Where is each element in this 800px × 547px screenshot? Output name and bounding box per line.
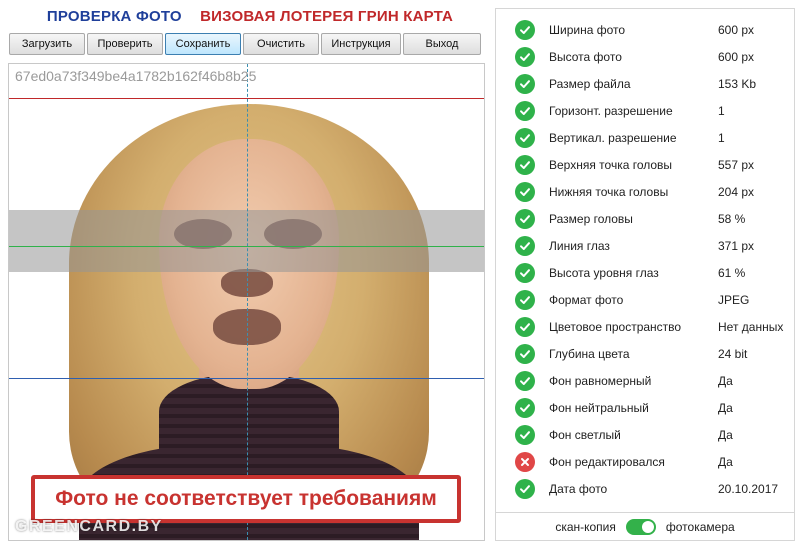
check-label: Ширина фото [549, 22, 626, 37]
check-label: Фон светлый [549, 427, 621, 442]
check-circle-icon [515, 100, 535, 121]
app-title: ПРОВЕРКА ФОТО ВИЗОВАЯ ЛОТЕРЕЯ ГРИН КАРТА [0, 8, 500, 25]
check-row: Дата фото 20.10.2017 [496, 475, 794, 502]
toggle-knob [641, 520, 654, 533]
check-value: 557 px [718, 157, 755, 172]
check-label: Вертикал. разрешение [549, 130, 677, 145]
check-circle-icon [515, 262, 535, 283]
camera-label: фотокамера [665, 519, 735, 534]
check-circle-icon [515, 289, 535, 310]
check-row: Нижняя точка головы 204 px [496, 178, 794, 205]
check-row: Размер головы 58 % [496, 205, 794, 232]
check-value: 153 Kb [718, 76, 757, 91]
check-results-panel: Ширина фото 600 px Высота фото 600 px Размер… [495, 8, 795, 513]
check-circle-icon [515, 46, 535, 67]
load-button[interactable]: Загрузить [9, 33, 85, 55]
check-value: 204 px [718, 184, 755, 199]
check-label: Линия глаз [549, 238, 610, 253]
check-row: Горизонт. разрешение 1 [496, 97, 794, 124]
check-label: Фон нейтральный [549, 400, 649, 415]
check-value: JPEG [718, 292, 750, 307]
check-value: 1 [718, 103, 725, 118]
check-row: Глубина цвета 24 bit [496, 340, 794, 367]
check-value: Нет данных [718, 319, 784, 334]
save-button[interactable]: Сохранить [165, 33, 241, 55]
check-circle-icon [515, 343, 535, 364]
source-toggle[interactable] [625, 518, 656, 535]
check-row: Верхняя точка головы 557 px [496, 151, 794, 178]
check-row: Вертикал. разрешение 1 [496, 124, 794, 151]
check-value: Да [718, 400, 733, 415]
check-row: Размер файла 153 Kb [496, 70, 794, 97]
check-row: Фон редактировался Да [496, 448, 794, 475]
check-circle-icon [515, 127, 535, 148]
check-circle-icon [515, 424, 535, 445]
check-value: 600 px [718, 49, 755, 64]
exit-button[interactable]: Выход [403, 33, 481, 55]
check-circle-icon [515, 397, 535, 418]
check-row: Линия глаз 371 px [496, 232, 794, 259]
check-label: Дата фото [549, 481, 608, 496]
scan-copy-label: скан-копия [555, 519, 616, 534]
check-label: Нижняя точка головы [549, 184, 669, 199]
title-lottery: ВИЗОВАЯ ЛОТЕРЕЯ ГРИН КАРТА [200, 8, 454, 25]
toolbar: Загрузить Проверить Сохранить Очистить И… [9, 33, 485, 55]
instructions-button[interactable]: Инструкция [321, 33, 401, 55]
check-label: Формат фото [549, 292, 624, 307]
check-value: 1 [718, 130, 725, 145]
check-circle-icon [515, 316, 535, 337]
check-circle-icon [515, 181, 535, 202]
check-value: 371 px [718, 238, 755, 253]
check-label: Фон редактировался [549, 454, 665, 469]
check-circle-icon [515, 19, 535, 40]
warning-banner: Фото не соответствует требованиям [31, 475, 461, 523]
check-row: Фон светлый Да [496, 421, 794, 448]
photo-preview: 67ed0a73f349be4a1782b162f46b8b25 Фото не… [8, 63, 485, 541]
check-label: Фон равномерный [549, 373, 652, 388]
check-row: Формат фото JPEG [496, 286, 794, 313]
check-circle-icon [515, 154, 535, 175]
cross-circle-icon [515, 451, 535, 472]
check-label: Высота уровня глаз [549, 265, 659, 280]
check-row: Ширина фото 600 px [496, 16, 794, 43]
check-label: Размер файла [549, 76, 631, 91]
check-row: Цветовое пространство Нет данных [496, 313, 794, 340]
check-label: Высота фото [549, 49, 622, 64]
check-circle-icon [515, 370, 535, 391]
check-row: Фон нейтральный Да [496, 394, 794, 421]
photo-hash: 67ed0a73f349be4a1782b162f46b8b25 [15, 68, 257, 84]
check-value: Да [718, 454, 733, 469]
check-label: Глубина цвета [549, 346, 630, 361]
check-circle-icon [515, 73, 535, 94]
check-value: Да [718, 427, 733, 442]
clear-button[interactable]: Очистить [243, 33, 319, 55]
check-value: 61 % [718, 265, 746, 280]
title-check-photo: ПРОВЕРКА ФОТО [46, 8, 182, 25]
source-toggle-bar: скан-копия фотокамера [495, 513, 795, 541]
check-value: Да [718, 373, 733, 388]
check-value: 24 bit [718, 346, 748, 361]
check-label: Цветовое пространство [549, 319, 682, 334]
check-circle-icon [515, 478, 535, 499]
check-circle-icon [515, 208, 535, 229]
check-value: 58 % [718, 211, 746, 226]
watermark-logo: GREENCARD.BY [15, 518, 163, 535]
check-circle-icon [515, 235, 535, 256]
check-row: Фон равномерный Да [496, 367, 794, 394]
center-line [247, 64, 248, 540]
check-label: Размер головы [549, 211, 633, 226]
check-button[interactable]: Проверить [87, 33, 163, 55]
check-value: 20.10.2017 [718, 481, 779, 496]
check-row: Высота уровня глаз 61 % [496, 259, 794, 286]
check-label: Верхняя точка головы [549, 157, 673, 172]
check-row: Высота фото 600 px [496, 43, 794, 70]
check-label: Горизонт. разрешение [549, 103, 673, 118]
check-value: 600 px [718, 22, 755, 37]
